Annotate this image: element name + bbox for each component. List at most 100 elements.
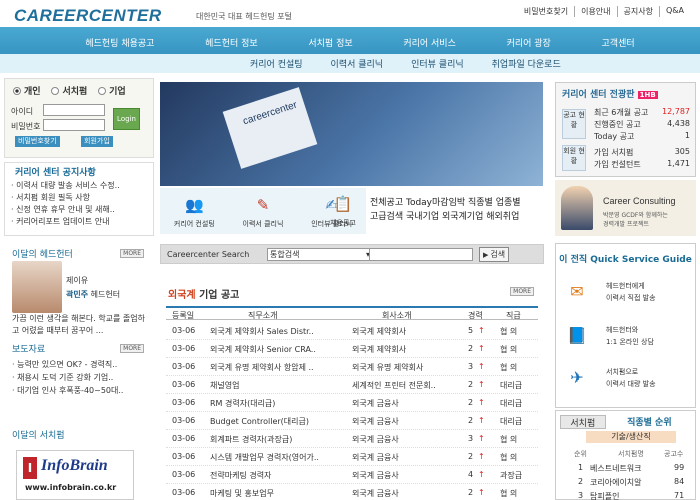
job-title-link[interactable]: 전략마케팅 경력자	[210, 470, 348, 481]
job-exp: 3	[468, 362, 474, 371]
nav-item-jobs[interactable]: 헤드헌팅 채용공고	[75, 36, 164, 49]
id-input[interactable]	[43, 104, 105, 116]
job-title-link[interactable]: 외국계 유명 제약회사 항암제 ..	[210, 362, 348, 373]
sub-nav-interview-clinic[interactable]: 인터뷰 클리닉	[411, 57, 464, 70]
press-more-button[interactable]: MORE	[120, 344, 144, 353]
col-level: 직급	[506, 311, 521, 320]
notice-item[interactable]: · 서치펌 회원 필독 사항	[5, 192, 153, 204]
job-row[interactable]: 03-06 외국계 제약회사 Senior CRA.. 외국계 제약회사 2 협 의 ↑	[166, 340, 538, 358]
notice-item[interactable]: · 신정 연휴 휴무 안내 및 새해..	[5, 204, 153, 216]
hunter-more-button[interactable]: MORE	[120, 249, 144, 258]
logo[interactable]: CAREERCENTER	[14, 6, 162, 26]
login-type-searchfirm[interactable]: 서치펌	[51, 84, 87, 97]
search-links-line1[interactable]: 전체공고 Today마감임박 직종별 업종별	[370, 196, 544, 210]
job-title-link[interactable]: RM 경력자(대리급)	[210, 398, 348, 409]
search-button[interactable]: ▶ 검색	[479, 247, 509, 262]
book-icon: 📘	[567, 325, 587, 345]
job-title-link[interactable]: Budget Controller(대리급)	[210, 416, 348, 427]
job-company: 외국계 금융사	[352, 471, 399, 480]
job-row[interactable]: 03-06 외국계 제약회사 Sales Distr.. 외국계 제약회사 5 협 의 ↑	[166, 322, 538, 340]
press-item[interactable]: · 채용시 도덕 기준 강화 기업..	[4, 371, 154, 384]
quick-service-send-resume[interactable]: ✉ 헤드헌터에게 이력서 직접 발송	[562, 272, 690, 312]
top-link-qna[interactable]: Q&A	[658, 6, 690, 17]
main-banner[interactable]: careercenter	[160, 82, 543, 186]
login-button[interactable]: Login	[113, 108, 140, 130]
resume-icon: ✎	[256, 196, 270, 214]
job-title-link[interactable]: 마케팅 및 홍보업무	[210, 488, 348, 499]
job-row[interactable]: 03-06 회계파트 경력자(과장급) 외국계 금융사 3 협 의 ↑	[166, 430, 538, 448]
hunter-name[interactable]: 곽민주	[66, 290, 88, 299]
job-level: 협 의	[500, 489, 518, 498]
job-company: 외국계 금융사	[352, 435, 399, 444]
quick-service-consult[interactable]: 📘 헤드헌터와 1:1 온라인 상담	[562, 316, 690, 356]
job-title-link[interactable]: 시스템 개발업무 경력자(영어가..	[210, 452, 348, 463]
nav-item-support[interactable]: 고객센터	[592, 36, 645, 49]
nav-item-career-service[interactable]: 커리어 서비스	[393, 36, 466, 49]
top-links: 비밀번호찾기 이용안내 공지사항 Q&A	[518, 6, 690, 17]
login-type-personal[interactable]: 개인	[13, 84, 41, 97]
notice-item[interactable]: · 커리어리포트 업데이트 안내	[5, 216, 153, 228]
rank-category[interactable]: 기술/생산직	[586, 431, 676, 443]
arrow-up-icon: ↑	[478, 344, 485, 353]
job-row[interactable]: 03-06 전략마케팅 경력자 외국계 금융사 4 과장급 ↑	[166, 466, 538, 484]
top-link-find-password[interactable]: 비밀번호찾기	[518, 6, 574, 17]
job-title-link[interactable]: 외국계 제약회사 Senior CRA..	[210, 344, 348, 355]
stats-label: 가입 서치펌	[594, 148, 634, 157]
quick-consulting[interactable]: 👥 커리어 컨설팅	[174, 193, 215, 229]
qs-line1: 헤드헌터와	[606, 326, 639, 334]
rank-tab-searchfirm[interactable]: 서치펌	[560, 415, 606, 429]
top-link-notice[interactable]: 공지사항	[616, 6, 659, 17]
job-date: 03-06	[172, 344, 196, 353]
job-exp: 2	[468, 344, 474, 353]
password-input[interactable]	[43, 119, 105, 131]
quick-service-bulk-send[interactable]: ✈ 서치펌으로 이력서 대량 발송	[562, 358, 690, 398]
infobrain-logo[interactable]: I InfoBrain www.infobrain.co.kr	[16, 450, 134, 500]
job-row[interactable]: 03-06 RM 경력자(대리급) 외국계 금융사 2 대리급 ↑	[166, 394, 538, 412]
job-company: 외국계 제약회사	[352, 345, 407, 354]
top-link-guide[interactable]: 이용안내	[574, 6, 616, 17]
search-links-line2[interactable]: 고급검색 국내기업 외국계기업 해외취업	[370, 210, 544, 224]
sub-nav-resume-clinic[interactable]: 이력서 클리닉	[331, 57, 384, 70]
job-listing: 외국계 기업 공고 MORE 등록일 직무소개 회사소개 경력 직급 03-06…	[160, 282, 544, 500]
rank-col-count: 공고수	[664, 450, 684, 458]
hunter-title: 이달의 헤드헌터	[12, 250, 73, 260]
job-row[interactable]: 03-06 마케팅 및 홍보업무 외국계 금융사 2 협 의 ↑	[166, 484, 538, 500]
consult-line1: 박문영 GCDF와 함께하는	[603, 212, 668, 219]
job-company: 외국계 금융사	[352, 399, 399, 408]
job-row[interactable]: 03-06 채널영업 세계적인 프린터 전문회.. 2 대리급 ↑	[166, 376, 538, 394]
job-title-link[interactable]: 외국계 제약회사 Sales Distr..	[210, 326, 348, 337]
sub-nav-download[interactable]: 취업파일 다운로드	[492, 57, 561, 70]
job-level: 협 의	[500, 453, 518, 462]
job-title-link[interactable]: 채널영업	[210, 380, 348, 391]
nav-item-career-plaza[interactable]: 커리어 광장	[497, 36, 561, 49]
rank-name: 코리아에이치알	[590, 478, 642, 487]
nav-item-headhunter[interactable]: 헤드헌터 정보	[195, 36, 268, 49]
career-consulting-banner[interactable]: Career Consulting 박문영 GCDF와 함께하는 경력개발 프로…	[555, 180, 696, 236]
join-button[interactable]: 회원가입	[81, 136, 113, 147]
jobs-more-button[interactable]: MORE	[510, 287, 534, 296]
notice-item[interactable]: · 이력서 대량 발송 서비스 수정..	[5, 180, 153, 192]
rank-tab-category[interactable]: 직종별 순위	[606, 415, 693, 429]
quick-resume[interactable]: ✎ 이력서 클리닉	[243, 193, 284, 229]
job-level: 협 의	[500, 345, 518, 354]
job-row[interactable]: 03-06 외국계 유명 제약회사 항암제 .. 외국계 유명 제약회사 3 협 의 ↑	[166, 358, 538, 376]
jobs-title-rest: 기업 공고	[195, 290, 240, 301]
qs-line1: 헤드헌터에게	[606, 282, 645, 290]
press-item[interactable]: · 능력만 있으면 OK? - 경력직..	[4, 358, 154, 371]
job-row[interactable]: 03-06 시스템 개발업무 경력자(영어가.. 외국계 금융사 2 협 의 ↑	[166, 448, 538, 466]
job-date: 03-06	[172, 470, 196, 479]
quick-job[interactable]: 📋 채용공고	[330, 192, 356, 228]
job-row[interactable]: 03-06 Budget Controller(대리급) 외국계 금융사 2 대리급 ↑	[166, 412, 538, 430]
infobrain-name: InfoBrain	[41, 457, 108, 474]
consult-title: Career Consulting	[603, 196, 676, 206]
job-title-link[interactable]: 회계파트 경력자(과장급)	[210, 434, 348, 445]
find-password-button[interactable]: 비밀번호찾기	[15, 136, 60, 147]
search-input[interactable]	[369, 248, 473, 261]
login-type-company[interactable]: 기업	[98, 84, 126, 97]
press-item[interactable]: · 대기업 인사 후폭풍-40~50대..	[4, 384, 154, 397]
radio-icon	[13, 86, 21, 95]
nav-item-searchfirm[interactable]: 서치펌 정보	[298, 36, 362, 49]
col-date: 등록일	[172, 311, 195, 320]
search-type-select[interactable]: 통합검색 ▾	[267, 248, 373, 261]
sub-nav-consulting[interactable]: 커리어 컨설팅	[250, 57, 303, 70]
